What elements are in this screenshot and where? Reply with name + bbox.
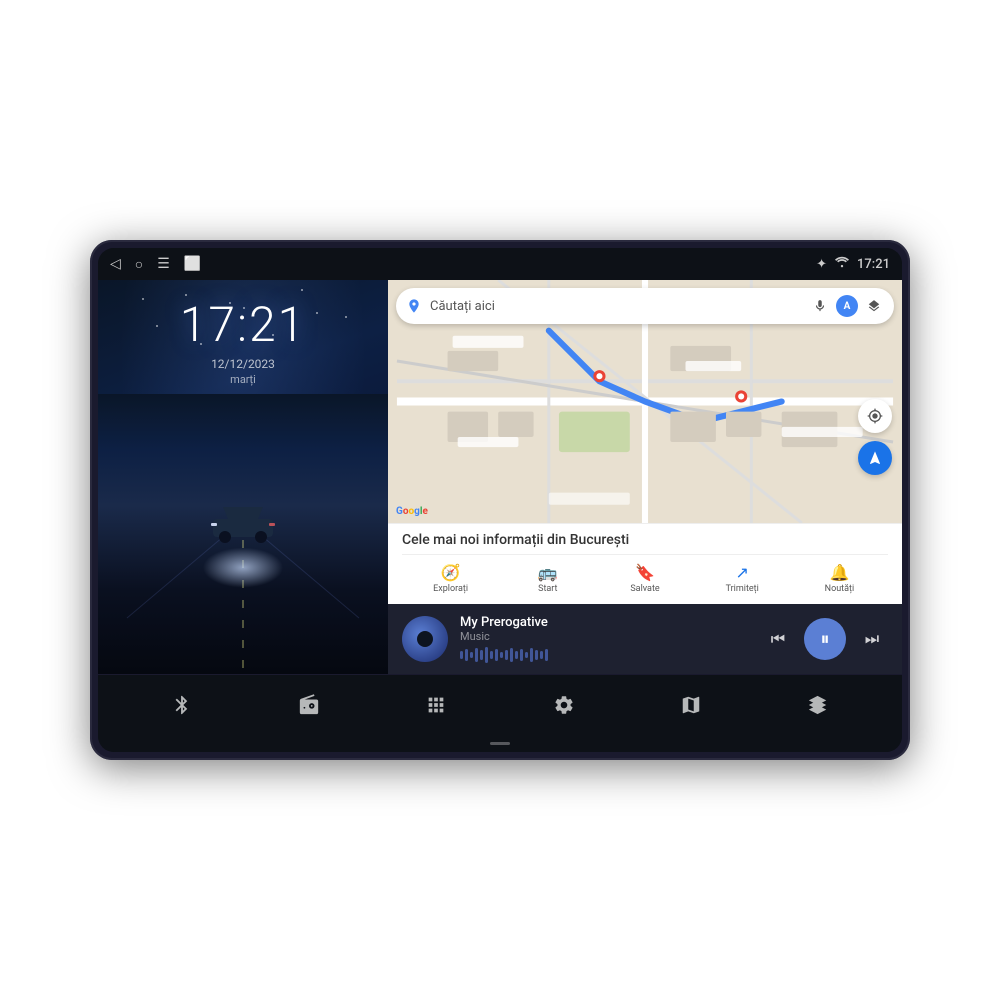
tab-trimiteți[interactable]: ↗ Trimiteți bbox=[694, 561, 791, 596]
nav-buttons: ◁ ○ ☰ ⬜ bbox=[110, 256, 201, 273]
device-frame: ◁ ○ ☰ ⬜ ✦ 17:21 bbox=[90, 240, 910, 760]
taskbar-radio[interactable] bbox=[284, 680, 334, 730]
microphone-icon[interactable] bbox=[810, 296, 830, 316]
google-logo: Google bbox=[396, 506, 428, 517]
tab-explorați[interactable]: 🧭 Explorați bbox=[402, 561, 499, 596]
taskbar-bluetooth[interactable] bbox=[157, 680, 207, 730]
waveform-bar bbox=[515, 651, 518, 659]
swipe-dot bbox=[490, 742, 510, 745]
share-icon: ↗ bbox=[736, 563, 749, 582]
status-indicators: ✦ 17:21 bbox=[816, 256, 890, 272]
tunnel-svg bbox=[98, 394, 388, 674]
taskbar bbox=[98, 674, 902, 734]
waveform-bar bbox=[490, 651, 493, 659]
waveform-bar bbox=[530, 648, 533, 662]
wifi-icon bbox=[835, 256, 849, 272]
music-player: My Prerogative Music ⏮ ⏸ ⏭ bbox=[388, 604, 902, 674]
time-display: 17:21 bbox=[857, 257, 890, 272]
waveform-bar bbox=[470, 652, 473, 658]
news-label: Noutăți bbox=[825, 584, 855, 594]
navigation-button[interactable] bbox=[858, 441, 892, 475]
google-maps-icon bbox=[406, 298, 422, 314]
waveform-bar bbox=[460, 651, 463, 659]
explore-icon: 🧭 bbox=[441, 563, 461, 582]
layers-icon[interactable] bbox=[864, 296, 884, 316]
play-pause-button[interactable]: ⏸ bbox=[804, 618, 846, 660]
maps-info-panel: Cele mai noi informații din București 🧭 … bbox=[388, 523, 902, 604]
album-art bbox=[402, 616, 448, 662]
tab-salvate[interactable]: 🔖 Salvate bbox=[596, 561, 693, 596]
date-display: 12/12/2023 bbox=[211, 357, 275, 371]
location-target-button[interactable] bbox=[858, 399, 892, 433]
music-controls: ⏮ ⏸ ⏭ bbox=[762, 618, 888, 660]
music-subtitle: Music bbox=[460, 630, 750, 643]
taskbar-settings[interactable] bbox=[539, 680, 589, 730]
swipe-indicator bbox=[98, 734, 902, 752]
waveform-bar bbox=[465, 649, 468, 661]
tab-noutăți[interactable]: 🔔 Noutăți bbox=[791, 561, 888, 596]
waveform-bar bbox=[485, 647, 488, 663]
taskbar-apps[interactable] bbox=[411, 680, 461, 730]
maps-nav-tabs: 🧭 Explorați 🚌 Start 🔖 Salvate ↗ bbox=[402, 554, 888, 596]
user-avatar[interactable]: A bbox=[836, 295, 858, 317]
start-icon: 🚌 bbox=[538, 563, 558, 582]
saved-label: Salvate bbox=[630, 584, 659, 594]
share-label: Trimiteți bbox=[726, 584, 759, 594]
bluetooth-icon: ✦ bbox=[816, 257, 827, 272]
day-display: marți bbox=[230, 373, 256, 386]
status-bar: ◁ ○ ☰ ⬜ ✦ 17:21 bbox=[98, 248, 902, 280]
car-scene bbox=[98, 394, 388, 674]
home-button[interactable]: ○ bbox=[135, 256, 143, 273]
waveform-bar bbox=[540, 651, 543, 659]
saved-icon: 🔖 bbox=[635, 563, 655, 582]
waveform-bar bbox=[535, 650, 538, 660]
waveform-bar bbox=[495, 649, 498, 661]
start-label: Start bbox=[538, 584, 557, 594]
album-art-center bbox=[417, 631, 433, 647]
waveform-bar bbox=[500, 652, 503, 658]
waveform-bar bbox=[510, 648, 513, 662]
waveform-bar bbox=[480, 650, 483, 660]
news-icon: 🔔 bbox=[829, 563, 849, 582]
search-input[interactable]: Căutați aici bbox=[430, 299, 802, 314]
music-info: My Prerogative Music bbox=[460, 615, 750, 663]
tab-start[interactable]: 🚌 Start bbox=[499, 561, 596, 596]
music-title: My Prerogative bbox=[460, 615, 750, 630]
menu-button[interactable]: ☰ bbox=[157, 256, 170, 272]
prev-track-button[interactable]: ⏮ bbox=[762, 623, 794, 655]
next-track-button[interactable]: ⏭ bbox=[856, 623, 888, 655]
music-waveform bbox=[460, 647, 750, 663]
waveform-bar bbox=[545, 649, 548, 661]
screen: ◁ ○ ☰ ⬜ ✦ 17:21 bbox=[98, 248, 902, 752]
waveform-bar bbox=[475, 648, 478, 662]
back-button[interactable]: ◁ bbox=[110, 256, 121, 272]
waveform-bar bbox=[520, 649, 523, 661]
clock-display: 17:21 bbox=[180, 296, 307, 353]
search-bar[interactable]: Căutați aici A bbox=[396, 288, 894, 324]
lock-screen-panel: 17:21 12/12/2023 marți bbox=[98, 280, 388, 674]
taskbar-maps[interactable] bbox=[666, 680, 716, 730]
main-content: 17:21 12/12/2023 marți bbox=[98, 280, 902, 674]
right-panel: Căutați aici A bbox=[388, 280, 902, 674]
explore-label: Explorați bbox=[433, 584, 468, 594]
maps-info-title: Cele mai noi informații din București bbox=[402, 532, 888, 548]
taskbar-3d[interactable] bbox=[793, 680, 843, 730]
search-action-icons: A bbox=[810, 295, 884, 317]
waveform-bar bbox=[505, 650, 508, 660]
map-area[interactable]: Căutați aici A bbox=[388, 280, 902, 523]
screen-button[interactable]: ⬜ bbox=[184, 256, 201, 272]
waveform-bar bbox=[525, 652, 528, 658]
